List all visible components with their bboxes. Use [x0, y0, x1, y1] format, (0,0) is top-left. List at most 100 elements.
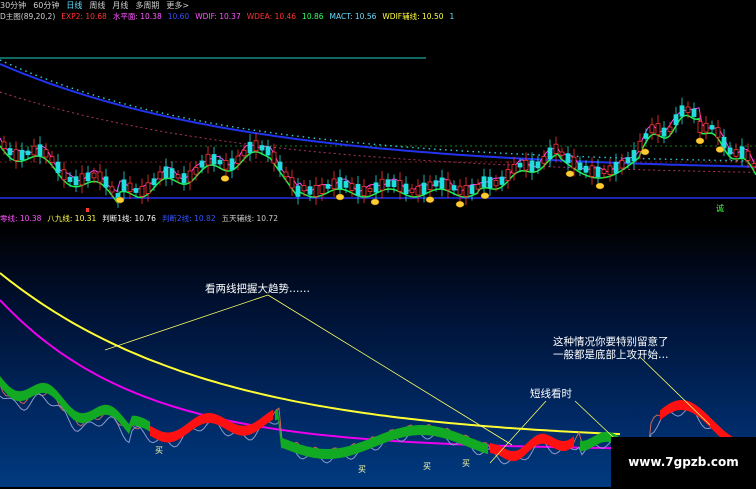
candle-body	[547, 147, 553, 160]
candle-body	[205, 153, 211, 166]
candle-body	[73, 176, 79, 186]
candle-body	[463, 185, 469, 197]
candle-body	[325, 184, 331, 189]
candle-body	[565, 153, 571, 164]
buy-coin-icon	[455, 201, 465, 208]
main-indicator-7: MACT: 10.56	[329, 12, 377, 21]
candle-body	[721, 136, 727, 149]
candle-body	[199, 160, 205, 168]
buy-coin-icon	[370, 198, 380, 206]
candle-body	[505, 169, 511, 181]
cyan-dotted-line	[0, 59, 756, 162]
candle-body	[241, 149, 247, 157]
pointer-line	[267, 294, 513, 446]
candle-body	[211, 154, 217, 165]
buy-label: 买	[462, 459, 470, 468]
candle-body	[319, 184, 325, 194]
candle-body	[727, 147, 733, 155]
candle-body	[493, 180, 499, 187]
candle-body	[79, 173, 85, 186]
signal-label: 诚	[716, 203, 724, 212]
candle-body	[289, 177, 295, 189]
main-indicator-1: EXP2: 10.68	[61, 12, 107, 21]
main-price-chart[interactable]: 诚	[0, 22, 756, 212]
candle-body	[409, 188, 415, 194]
candle-body	[583, 165, 589, 173]
tab-2[interactable]: 日线	[66, 0, 82, 11]
candle-body	[751, 163, 756, 168]
candle-body	[379, 178, 385, 191]
candle-body	[667, 126, 673, 132]
signal-tick	[86, 208, 89, 212]
candle-body	[7, 148, 13, 156]
tab-3[interactable]: 周线	[89, 0, 105, 11]
candle-body	[139, 186, 145, 197]
candle-body	[475, 184, 481, 190]
candle-body	[523, 159, 529, 171]
candle-body	[163, 166, 169, 179]
tab-6[interactable]: 更多>	[166, 0, 189, 11]
red-ribbon	[490, 433, 574, 462]
watermark-text: www.7gpzb.com	[611, 437, 756, 487]
candle-body	[361, 186, 367, 196]
candle-body	[157, 171, 163, 180]
candle-body	[259, 145, 265, 151]
main-indicator-0: D主图(89,20,2)	[0, 12, 56, 21]
candle-body	[397, 180, 403, 192]
candle-body	[253, 140, 259, 152]
buy-label: 买	[358, 465, 366, 474]
candle-body	[283, 171, 289, 178]
main-indicator-4: WDIF: 10.37	[195, 12, 241, 21]
candle-body	[481, 176, 487, 188]
annotation-special-2: 一般都是底部上攻开始…	[553, 349, 669, 361]
annotation-short-line: 短线看时	[530, 388, 572, 400]
candle-body	[313, 185, 319, 197]
candle-body	[331, 178, 337, 190]
candle-body	[691, 108, 697, 117]
candle-body	[307, 186, 313, 195]
candle-body	[445, 179, 451, 191]
candle-body	[229, 158, 235, 171]
candle-body	[337, 177, 343, 189]
candle-body	[553, 143, 559, 154]
candle-body	[37, 144, 43, 157]
candle-body	[13, 149, 19, 161]
candle-body	[577, 162, 583, 171]
candle-body	[487, 176, 493, 189]
candle-body	[421, 182, 427, 195]
candle-body	[415, 185, 421, 196]
candle-body	[529, 160, 535, 172]
candle-body	[343, 180, 349, 188]
tab-5[interactable]: 多周期	[135, 0, 159, 11]
candle-body	[613, 161, 619, 174]
green-ribbon	[0, 376, 150, 435]
candle-body	[733, 149, 739, 157]
candle-body	[295, 185, 301, 197]
tab-0[interactable]: 30分钟	[0, 0, 26, 11]
candle-body	[277, 161, 283, 171]
buy-coin-icon	[425, 196, 435, 203]
candle-body	[43, 149, 49, 158]
buy-coin-icon	[220, 175, 230, 182]
candle-body	[175, 174, 181, 179]
candle-body	[145, 182, 151, 194]
candle-body	[535, 161, 541, 169]
buy-coin-icon	[715, 146, 725, 153]
candle-body	[745, 150, 751, 161]
candle-body	[673, 114, 679, 126]
sub-indicator-legend: 零线: 10.38 八九线: 10.31 判断1线: 10.76 判断2线: 10.8…	[0, 213, 300, 224]
candle-body	[49, 156, 55, 163]
sub-indicator-3: 判断2线: 10.82	[161, 214, 216, 223]
candle-body	[457, 185, 463, 195]
candle-body	[685, 106, 691, 113]
main-indicator-3: 10.60	[167, 12, 190, 21]
candle-body	[715, 127, 721, 138]
candle-body	[679, 105, 685, 117]
tab-4[interactable]: 月线	[112, 0, 128, 11]
tab-1[interactable]: 60分钟	[33, 0, 59, 11]
buy-coin-icon	[565, 170, 575, 178]
candle-body	[439, 177, 445, 189]
candle-body	[265, 146, 271, 156]
main-indicator-legend: D主图(89,20,2) EXP2: 10.68 水平面: 10.38 10.60 WD…	[0, 11, 454, 22]
candle-body	[349, 183, 355, 191]
